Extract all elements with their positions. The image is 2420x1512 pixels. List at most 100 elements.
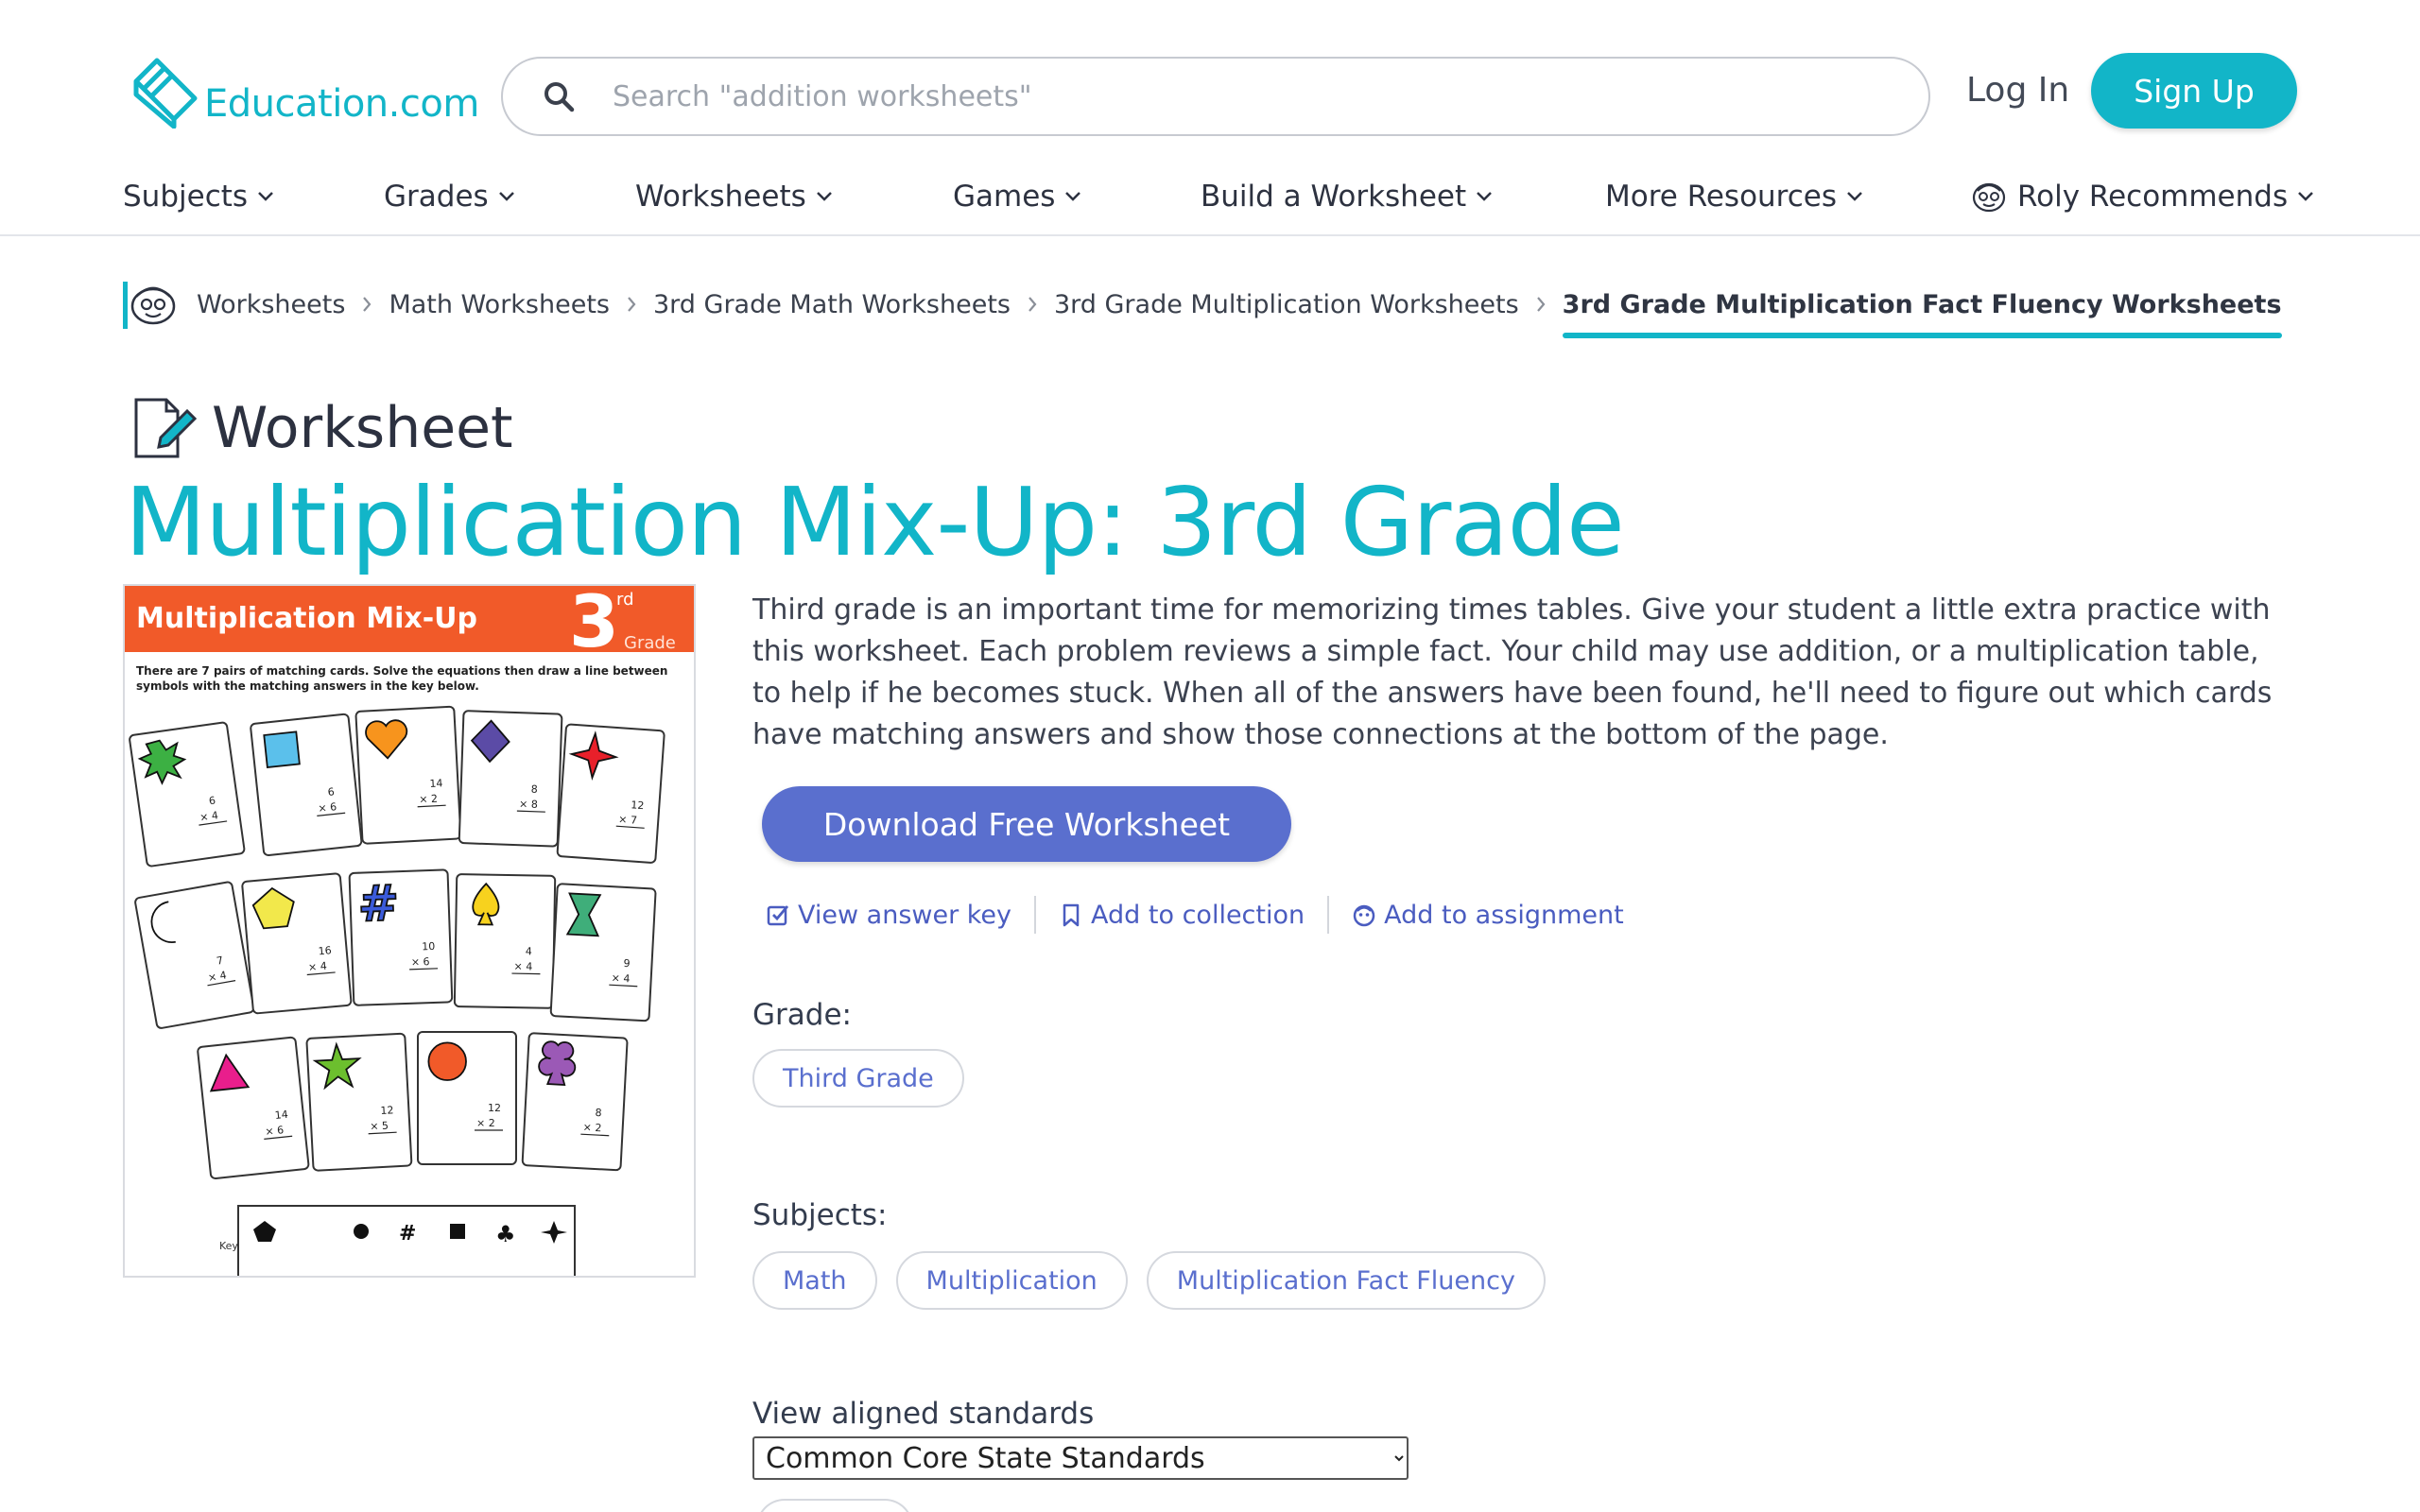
card-multiplier: × 7 (618, 813, 638, 826)
card-multiplier: × 6 (411, 955, 430, 969)
card-multiplier: × 5 (370, 1120, 389, 1133)
subject-chip[interactable]: Math (752, 1251, 877, 1310)
breadcrumb-item[interactable]: 3rd Grade Math Worksheets (653, 290, 1011, 319)
subject-chip[interactable]: Multiplication Fact Fluency (1146, 1251, 1546, 1310)
card-face (549, 883, 657, 1022)
main-nav: Subjects Grades Worksheets Games Build a… (0, 170, 2420, 227)
card-multiplier: × 6 (318, 800, 337, 815)
card-top-number: 9 (623, 957, 631, 970)
worksheet-preview[interactable]: Multiplication Mix-Up 3 rd Grade There a… (123, 584, 696, 1278)
nav-label: Worksheets (635, 180, 806, 214)
action-divider (1034, 896, 1037, 934)
breadcrumb: Worksheets Math Worksheets 3rd Grade Mat… (123, 276, 2282, 338)
nav-label: Roly Recommends (2017, 180, 2289, 214)
action-label: Add to assignment (1384, 900, 1624, 930)
worksheet-icon (134, 398, 197, 458)
add-to-collection-link[interactable]: Add to collection (1059, 901, 1305, 930)
nav-build-a-worksheet[interactable]: Build a Worksheet (1201, 170, 1493, 223)
preview-card: 14× 2 (354, 705, 462, 845)
nav-roly-recommends[interactable]: Roly Recommends (1970, 170, 2314, 223)
card-multiplier: × 4 (308, 960, 328, 974)
preview-card: 12× 2 (417, 1031, 517, 1165)
preview-instructions-2: symbols with the matching answers in the… (136, 679, 479, 693)
preview-card: 12× 7 (556, 723, 666, 864)
search-bar[interactable] (501, 57, 1930, 136)
chevron-right-icon (1028, 297, 1037, 312)
nav-label: Build a Worksheet (1201, 180, 1467, 214)
nav-games[interactable]: Games (953, 170, 1081, 223)
circle-icon (427, 1041, 467, 1081)
card-answer-line (511, 972, 541, 975)
subject-chips: Math Multiplication Multiplication Fact … (752, 1251, 1564, 1310)
resource-type: Worksheet (132, 395, 513, 461)
chevron-right-icon (1536, 297, 1546, 312)
standards-label: View aligned standards (752, 1397, 1095, 1431)
preview-grade-suffix: rd (616, 590, 634, 610)
chevron-down-icon (498, 192, 514, 201)
checkbox-icon (767, 905, 789, 926)
card-top-number: 12 (488, 1102, 501, 1114)
card-top-number: 14 (429, 777, 443, 790)
nav-worksheets[interactable]: Worksheets (635, 170, 833, 223)
card-top-number: 8 (595, 1107, 602, 1119)
nav-grades[interactable]: Grades (384, 170, 515, 223)
roly-home-icon[interactable] (123, 276, 180, 333)
card-multiplier: × 2 (419, 793, 438, 806)
card-top-number: 14 (274, 1108, 288, 1122)
nav-label: Grades (384, 180, 489, 214)
resource-type-label: Worksheet (212, 395, 513, 461)
card-multiplier: × 4 (199, 809, 218, 824)
standard-chip-partial (756, 1499, 913, 1512)
card-multiplier: × 4 (513, 960, 532, 972)
action-label: View answer key (798, 900, 1012, 930)
preview-card: 7× 4 (134, 881, 255, 1029)
breadcrumb-item[interactable]: Worksheets (197, 290, 345, 319)
card-top-number: 6 (327, 785, 335, 799)
action-divider (1327, 896, 1330, 934)
card-face (458, 710, 563, 848)
preview-card: 6× 6 (250, 713, 363, 856)
subject-chip[interactable]: Multiplication (895, 1251, 1128, 1310)
nav-more-resources[interactable]: More Resources (1605, 170, 1863, 223)
key-club-icon: ♣ (495, 1221, 516, 1247)
signup-button[interactable]: Sign Up (2091, 53, 2297, 129)
search-input[interactable] (613, 79, 1841, 113)
card-top-number: 12 (380, 1104, 394, 1117)
card-face (197, 1036, 310, 1179)
grade-chip[interactable]: Third Grade (752, 1049, 964, 1108)
nav-label: Subjects (123, 180, 249, 214)
card-top-number: 4 (526, 945, 532, 957)
card-top-number: 8 (530, 783, 537, 796)
card-multiplier: × 4 (611, 971, 630, 985)
card-face (453, 873, 557, 1009)
breadcrumb-current[interactable]: 3rd Grade Multiplication Fact Fluency Wo… (1562, 290, 2282, 338)
chevron-right-icon (363, 297, 372, 312)
nav-subjects[interactable]: Subjects (123, 170, 274, 223)
breadcrumb-item[interactable]: 3rd Grade Multiplication Worksheets (1054, 290, 1519, 319)
key-circle-icon (354, 1224, 369, 1239)
action-label: Add to collection (1091, 900, 1305, 930)
breadcrumb-item[interactable]: Math Worksheets (389, 290, 610, 319)
grade-chips: Third Grade (752, 1049, 983, 1108)
preview-card: 14× 6 (197, 1036, 310, 1179)
preview-key-label: Key (219, 1240, 238, 1252)
site-logo[interactable]: Education.com (129, 53, 479, 129)
resource-description: Third grade is an important time for mem… (752, 593, 2273, 751)
add-to-assignment-link[interactable]: Add to assignment (1352, 901, 1624, 930)
key-square-icon (450, 1224, 465, 1239)
standards-select[interactable]: Common Core State Standards (752, 1436, 1409, 1480)
preview-heading: Multiplication Mix-Up (136, 602, 477, 635)
card-multiplier: × 2 (582, 1121, 601, 1134)
download-worksheet-button[interactable]: Download Free Worksheet (762, 786, 1291, 862)
logo-wordmark: Education.com (204, 82, 479, 126)
preview-card: 6× 4 (129, 721, 246, 868)
resource-actions: View answer key Add to collection Add to… (766, 894, 1624, 936)
nav-label: Games (953, 180, 1056, 214)
view-answer-key-link[interactable]: View answer key (766, 901, 1011, 930)
chevron-down-icon (258, 192, 273, 201)
card-top-number: 10 (422, 940, 435, 953)
login-link[interactable]: Log In (1966, 66, 2069, 115)
search-icon[interactable] (543, 80, 575, 112)
preview-card: #10 × 6 (348, 868, 454, 1006)
preview-grade-number: 3 (569, 586, 619, 663)
